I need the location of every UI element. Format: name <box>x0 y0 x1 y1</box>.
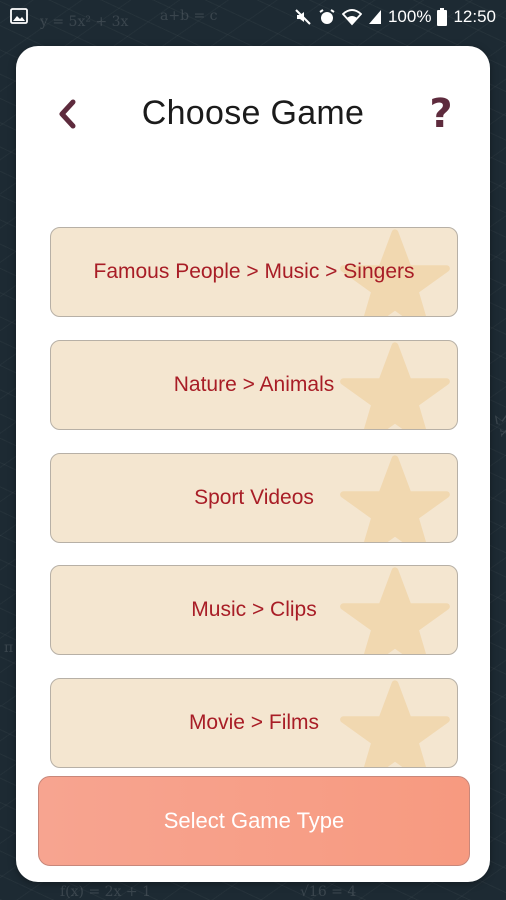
game-option-label: Sport Videos <box>194 486 314 509</box>
background-formula: √16 = 4 <box>300 884 357 900</box>
background-formula: π <box>4 640 14 656</box>
mute-icon <box>294 8 312 26</box>
game-option-label: Music > Clips <box>191 598 317 621</box>
game-option-singers[interactable]: Famous People > Music > Singers <box>50 227 458 317</box>
choose-game-dialog: Choose Game ? Famous People > Music > Si… <box>16 46 490 882</box>
game-option-label: Nature > Animals <box>173 373 335 396</box>
game-option-label: Movie > Films <box>188 711 320 734</box>
game-option-films[interactable]: Movie > Films <box>50 678 458 768</box>
page-title: Choose Game <box>141 94 365 132</box>
game-option-label: Famous People > Music > Singers <box>93 260 415 283</box>
game-option-animals[interactable]: Nature > Animals <box>50 340 458 430</box>
star-icon <box>340 680 450 767</box>
alarm-icon <box>318 8 336 26</box>
help-button[interactable]: ? <box>424 91 458 137</box>
game-option-sport-videos[interactable]: Sport Videos <box>50 453 458 543</box>
select-game-type-button[interactable]: Select Game Type <box>38 776 470 866</box>
game-option-music-clips[interactable]: Music > Clips <box>50 565 458 655</box>
battery-icon <box>437 8 448 26</box>
image-icon <box>10 8 28 29</box>
star-icon <box>340 455 450 542</box>
signal-icon <box>368 8 382 26</box>
select-game-type-label: Select Game Type <box>163 808 345 833</box>
star-icon <box>340 342 450 429</box>
wifi-icon <box>341 8 362 26</box>
background-formula: ∑ x² <box>493 412 506 444</box>
status-bar: 100% 12:50 <box>0 0 506 36</box>
star-icon <box>340 567 450 654</box>
clock-time: 12:50 <box>453 7 496 26</box>
background-formula: f(x) = 2x + 1 <box>60 884 151 900</box>
battery-percent: 100% <box>387 7 432 26</box>
